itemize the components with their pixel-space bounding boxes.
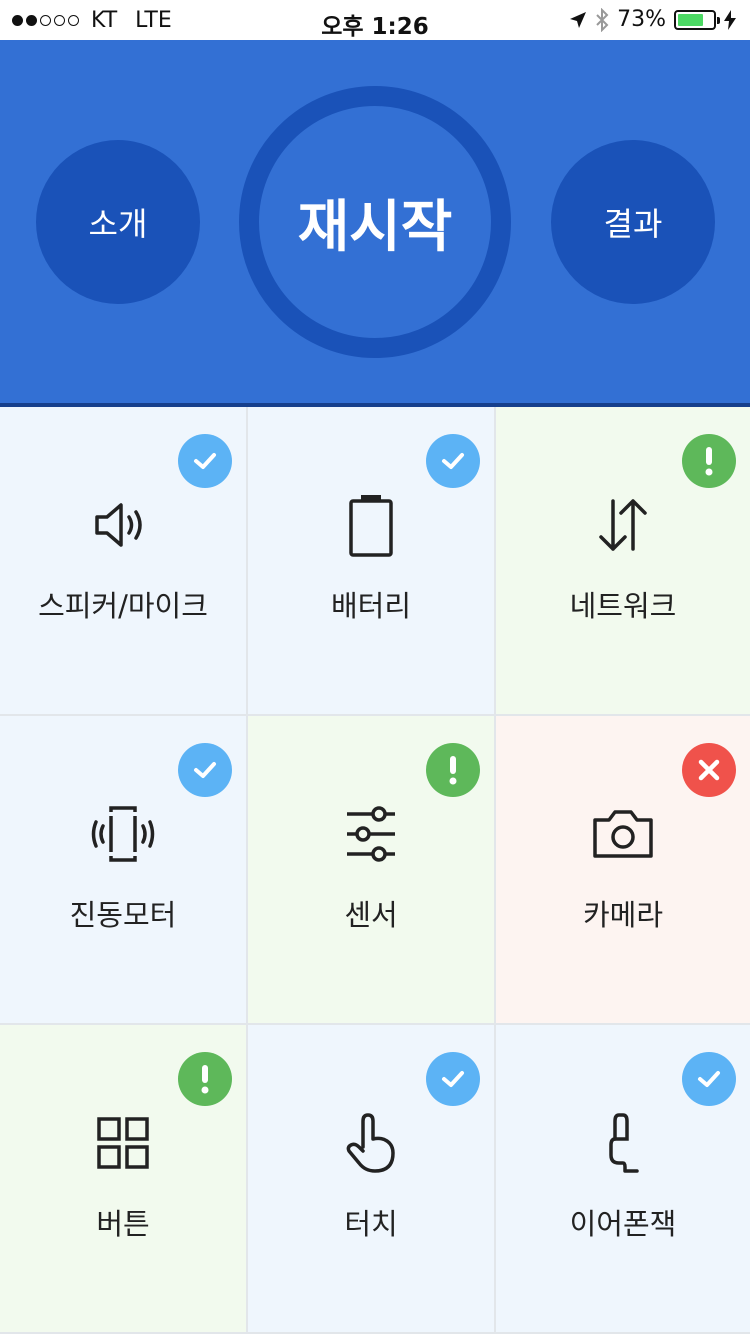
test-tile-battery[interactable]: 배터리 xyxy=(248,407,496,716)
result-button[interactable]: 결과 xyxy=(551,140,715,304)
status-warning-badge xyxy=(682,434,736,488)
check-icon xyxy=(698,1071,720,1087)
test-label: 터치 xyxy=(344,1207,398,1241)
test-tile-network[interactable]: 네트워크 xyxy=(496,407,750,716)
location-arrow-icon xyxy=(570,11,587,28)
status-right: 73% xyxy=(569,7,736,32)
restart-button[interactable]: 재시작 xyxy=(239,86,511,358)
status-ok-badge xyxy=(426,434,480,488)
status-fail-badge xyxy=(682,743,736,797)
test-label: 배터리 xyxy=(330,589,412,623)
test-label: 센서 xyxy=(344,898,398,932)
check-icon xyxy=(194,762,216,778)
status-warning-badge xyxy=(178,1052,232,1106)
camera-icon xyxy=(593,810,653,858)
test-label: 진동모터 xyxy=(69,898,177,932)
vibration-icon xyxy=(91,806,155,862)
test-label: 이어폰잭 xyxy=(569,1207,677,1241)
header: 소개 재시작 결과 xyxy=(0,40,750,407)
network-arrows-icon xyxy=(599,499,647,551)
check-icon xyxy=(442,453,464,469)
test-label: 스피커/마이크 xyxy=(38,589,208,623)
test-tile-sensor[interactable]: 센서 xyxy=(248,716,496,1025)
close-icon xyxy=(698,759,720,781)
exclamation-icon xyxy=(201,1065,209,1094)
test-tile-camera[interactable]: 카메라 xyxy=(496,716,750,1025)
exclamation-icon xyxy=(449,756,457,785)
grid-buttons-icon xyxy=(97,1117,149,1169)
touch-hand-icon xyxy=(346,1113,395,1173)
test-tile-buttons[interactable]: 버튼 xyxy=(0,1025,248,1334)
battery-status-icon xyxy=(674,9,720,30)
test-tile-earphone-jack[interactable]: 이어폰잭 xyxy=(496,1025,750,1334)
charging-bolt-icon xyxy=(724,9,736,30)
test-label: 카메라 xyxy=(582,898,664,932)
battery-icon xyxy=(349,495,393,557)
bluetooth-icon xyxy=(596,7,609,32)
battery-percent: 73% xyxy=(617,7,666,32)
status-ok-badge xyxy=(426,1052,480,1106)
earphone-jack-icon xyxy=(609,1113,639,1173)
test-label: 버튼 xyxy=(96,1207,150,1241)
check-icon xyxy=(194,453,216,469)
test-tile-touch[interactable]: 터치 xyxy=(248,1025,496,1334)
check-icon xyxy=(442,1071,464,1087)
exclamation-icon xyxy=(705,447,713,476)
status-ok-badge xyxy=(682,1052,736,1106)
speaker-icon xyxy=(95,503,142,547)
status-ok-badge xyxy=(178,434,232,488)
intro-button[interactable]: 소개 xyxy=(36,140,200,304)
status-ok-badge xyxy=(178,743,232,797)
status-warning-badge xyxy=(426,743,480,797)
test-tile-speaker-mic[interactable]: 스피커/마이크 xyxy=(0,407,248,716)
status-bar: KT LTE 오후 1:26 73% xyxy=(0,0,750,40)
sliders-icon xyxy=(347,806,395,862)
test-grid: 스피커/마이크 배터리 네트워크 진동모터 센서 카메라 버튼 터치 이어폰잭 xyxy=(0,407,750,1334)
test-tile-vibration[interactable]: 진동모터 xyxy=(0,716,248,1025)
test-label: 네트워크 xyxy=(569,589,677,623)
